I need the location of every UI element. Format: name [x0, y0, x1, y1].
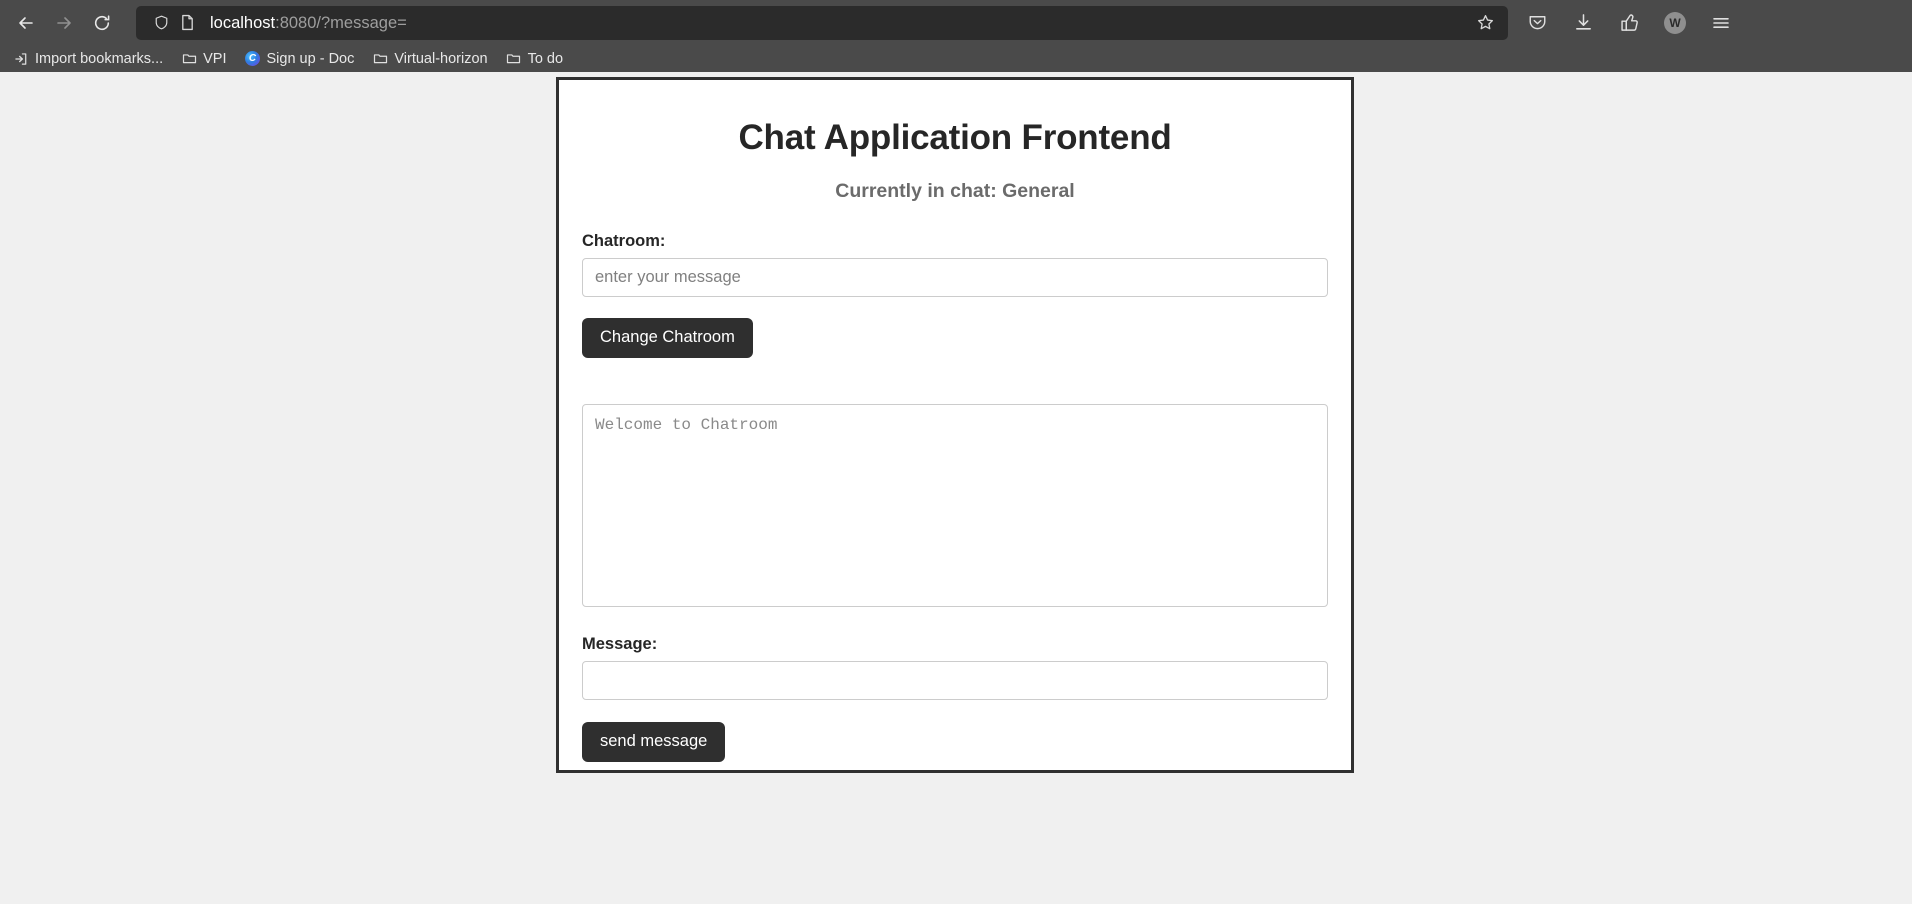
page-info-icon[interactable]: [174, 10, 200, 36]
import-icon: [13, 51, 29, 67]
toolbar-right-group: W: [1520, 6, 1744, 40]
url-text[interactable]: localhost:8080/?message=: [210, 6, 1470, 40]
menu-icon[interactable]: [1704, 6, 1738, 40]
folder-icon: [181, 51, 197, 67]
shield-icon[interactable]: [148, 10, 174, 36]
reload-icon: [94, 14, 110, 30]
reload-button[interactable]: [84, 5, 120, 41]
bookmark-label: To do: [527, 50, 564, 67]
chat-app-card: Chat Application Frontend Currently in c…: [556, 77, 1354, 773]
forward-button[interactable]: [46, 5, 82, 41]
browser-chrome: localhost:8080/?message= W Import bookma…: [0, 0, 1912, 72]
site-favicon: C: [245, 51, 261, 67]
bookmark-vpi[interactable]: VPI: [174, 48, 233, 70]
bookmark-label: Virtual-horizon: [394, 50, 488, 67]
extension-icon[interactable]: [1612, 6, 1646, 40]
chatroom-label: Chatroom:: [582, 232, 666, 250]
favicon-letter: C: [245, 51, 260, 66]
chat-log-textarea[interactable]: [582, 403, 1328, 607]
browser-toolbar: localhost:8080/?message= W: [0, 0, 1912, 45]
url-bar[interactable]: localhost:8080/?message=: [136, 5, 1508, 40]
url-host: localhost: [210, 13, 276, 32]
message-label: Message:: [582, 634, 658, 653]
page-viewport: Chat Application Frontend Currently in c…: [0, 72, 1912, 904]
bookmarks-bar: Import bookmarks... VPI C Sign up - Doc …: [0, 45, 1912, 72]
page-title: Chat Application Frontend: [738, 118, 1172, 157]
bookmark-label: VPI: [203, 50, 227, 67]
pocket-icon[interactable]: [1520, 6, 1554, 40]
bookmark-label: Import bookmarks...: [35, 50, 164, 67]
bookmark-star-icon[interactable]: [1470, 8, 1500, 38]
send-message-button[interactable]: send message: [582, 721, 726, 762]
bookmark-import-bookmarks[interactable]: Import bookmarks...: [6, 48, 170, 70]
bookmark-sign-up-doc[interactable]: C Sign up - Doc: [238, 48, 362, 70]
message-input[interactable]: [582, 660, 1328, 700]
folder-icon: [506, 51, 522, 67]
url-path: :8080/?message=: [275, 13, 407, 32]
forward-arrow-icon: [57, 16, 71, 29]
back-button[interactable]: [8, 5, 44, 41]
chatroom-input[interactable]: [582, 258, 1328, 297]
account-avatar[interactable]: W: [1658, 6, 1692, 40]
bookmark-virtual-horizon[interactable]: Virtual-horizon: [365, 48, 494, 70]
current-chat-status: Currently in chat: General: [835, 180, 1075, 202]
avatar-initial: W: [1664, 11, 1686, 34]
bookmark-label: Sign up - Doc: [266, 50, 355, 67]
bookmark-to-do[interactable]: To do: [499, 48, 570, 70]
back-arrow-icon: [19, 16, 33, 29]
download-icon[interactable]: [1566, 6, 1600, 40]
folder-icon: [372, 51, 388, 67]
change-chatroom-button[interactable]: Change Chatroom: [582, 318, 753, 358]
